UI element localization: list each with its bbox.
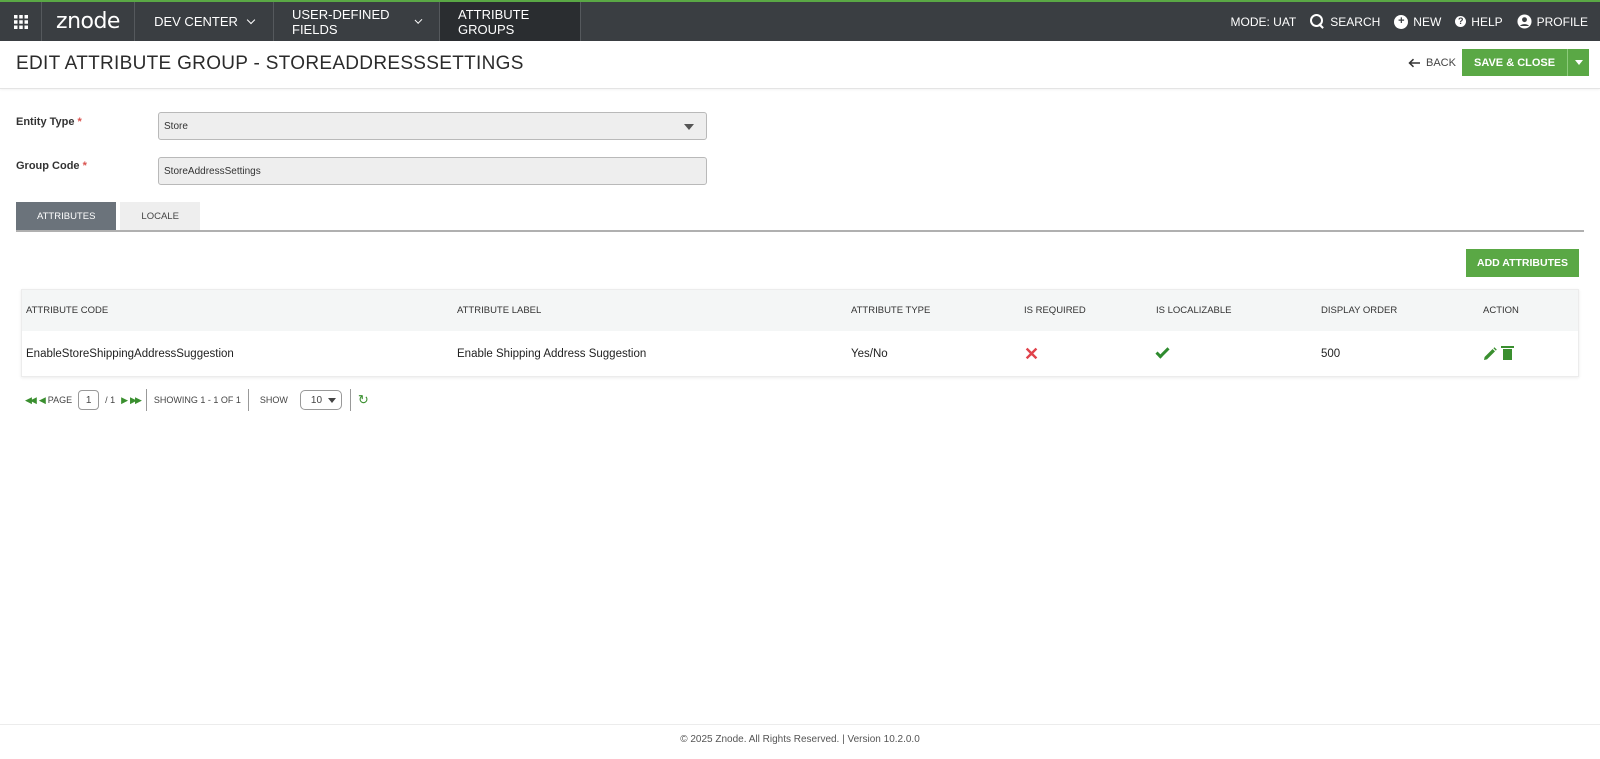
last-page-icon[interactable]: ▶▶: [130, 395, 142, 406]
menu-dev-center-label: DEV CENTER: [154, 14, 238, 29]
column-header-action: ACTION: [1483, 305, 1519, 316]
tab-locale[interactable]: LOCALE: [120, 202, 200, 230]
page-size-value: 10: [310, 394, 323, 406]
page-number-input[interactable]: 1: [78, 390, 100, 410]
help-label: HELP: [1471, 14, 1503, 29]
group-code-label: Group Code *: [16, 160, 87, 172]
cell-attribute-type: Yes/No: [851, 347, 888, 360]
cell-actions: [1483, 331, 1514, 376]
attributes-table: ATTRIBUTE CODE ATTRIBUTE LABEL ATTRIBUTE…: [21, 289, 1579, 377]
menu-udf-label: USER-DEFINED FIELDS: [292, 6, 390, 37]
cross-icon: ✕: [1024, 343, 1040, 364]
required-marker: *: [82, 160, 87, 172]
znode-logo[interactable]: znode: [42, 2, 135, 41]
caret-down-icon: [684, 124, 694, 130]
pager-divider: [349, 389, 351, 411]
arrow-left-icon: [1408, 58, 1420, 68]
plus-icon: +: [1394, 14, 1409, 29]
group-code-label-text: Group Code: [16, 160, 80, 172]
mode-indicator: MODE: UAT: [1230, 14, 1297, 29]
group-code-field[interactable]: StoreAddressSettings: [158, 157, 707, 185]
new-button[interactable]: + NEW: [1394, 14, 1442, 29]
chevron-down-icon: [246, 15, 256, 24]
show-label: SHOW: [259, 395, 288, 405]
menu-attribute-groups[interactable]: ATTRIBUTE GROUPS: [440, 2, 581, 41]
column-header-attribute-type[interactable]: ATTRIBUTE TYPE: [851, 290, 930, 331]
footer: © 2025 Znode. All Rights Reserved. | Ver…: [0, 724, 1600, 759]
showing-count: SHOWING 1 - 1 OF 1: [153, 395, 241, 405]
group-code-value: StoreAddressSettings: [164, 165, 261, 177]
menu-user-defined-fields[interactable]: USER-DEFINED FIELDS: [274, 2, 440, 41]
entity-type-label: Entity Type *: [16, 116, 82, 128]
new-label: NEW: [1413, 14, 1442, 29]
required-marker: *: [77, 116, 82, 128]
delete-trash-icon[interactable]: [1501, 346, 1514, 360]
entity-type-select[interactable]: Store: [158, 112, 707, 140]
search-icon: [1310, 14, 1325, 29]
first-page-icon[interactable]: ◀◀: [25, 395, 37, 406]
column-header-attribute-code[interactable]: ATTRIBUTE CODE: [26, 290, 108, 331]
tab-attributes[interactable]: ATTRIBUTES: [16, 202, 117, 230]
search-label: SEARCH: [1330, 14, 1381, 29]
cell-attribute-code: EnableStoreShippingAddressSuggestion: [26, 347, 234, 360]
cell-is-required: ✕: [1024, 331, 1039, 376]
total-pages: / 1: [105, 395, 116, 405]
tab-bar: ATTRIBUTES LOCALE: [16, 202, 200, 230]
profile-button[interactable]: PROFILE: [1517, 14, 1588, 29]
pager-divider: [145, 389, 147, 411]
back-label: BACK: [1426, 57, 1456, 69]
top-navbar: znode DEV CENTER USER-DEFINED FIELDS ATT…: [0, 0, 1600, 41]
refresh-icon[interactable]: ↻: [358, 392, 369, 408]
entity-type-label-text: Entity Type: [16, 116, 75, 128]
page-size-select[interactable]: 10: [299, 390, 342, 410]
tab-divider: [16, 230, 1584, 232]
page-header: EDIT ATTRIBUTE GROUP - STOREADDRESSSETTI…: [0, 41, 1600, 89]
cell-display-order: 500: [1321, 347, 1341, 360]
save-close-button[interactable]: SAVE & CLOSE: [1462, 49, 1568, 76]
cell-is-localizable: [1155, 331, 1170, 376]
save-button-group: SAVE & CLOSE: [1462, 49, 1590, 76]
column-header-is-required[interactable]: IS REQUIRED: [1024, 290, 1086, 331]
column-header-display-order[interactable]: DISPLAY ORDER: [1321, 290, 1397, 331]
logo-text: znode: [56, 9, 120, 34]
user-icon: [1517, 14, 1532, 29]
next-page-icon[interactable]: ▶: [121, 395, 128, 406]
check-icon: [1155, 344, 1170, 359]
menu-attribute-groups-label: ATTRIBUTE GROUPS: [458, 6, 530, 37]
caret-down-icon: [1574, 60, 1583, 65]
table-row: EnableStoreShippingAddressSuggestion Ena…: [22, 331, 1578, 376]
entity-type-value: Store: [164, 120, 188, 132]
pagination-bar: ◀◀ ◀ PAGE 1 / 1 ▶ ▶▶ SHOWING 1 - 1 OF 1 …: [25, 389, 369, 411]
edit-pencil-icon[interactable]: [1483, 346, 1497, 361]
prev-page-icon[interactable]: ◀: [39, 395, 46, 406]
back-button[interactable]: BACK: [1408, 57, 1456, 69]
help-button[interactable]: ? HELP: [1455, 14, 1503, 29]
search-button[interactable]: SEARCH: [1310, 14, 1380, 29]
column-header-attribute-label[interactable]: ATTRIBUTE LABEL: [457, 290, 541, 331]
menu-dev-center[interactable]: DEV CENTER: [135, 2, 274, 41]
pager-divider: [247, 389, 249, 411]
page-title: EDIT ATTRIBUTE GROUP - STOREADDRESSSETTI…: [16, 53, 524, 74]
apps-grid-icon[interactable]: [0, 2, 42, 41]
page-label: PAGE: [47, 395, 73, 405]
column-header-is-localizable[interactable]: IS LOCALIZABLE: [1156, 290, 1232, 331]
save-options-dropdown[interactable]: [1567, 49, 1590, 76]
grid-icon: [13, 14, 28, 29]
help-icon: ?: [1455, 16, 1467, 27]
table-header: ATTRIBUTE CODE ATTRIBUTE LABEL ATTRIBUTE…: [22, 290, 1578, 331]
caret-down-icon: [327, 398, 336, 403]
chevron-down-icon: [414, 15, 423, 24]
add-attributes-button[interactable]: ADD ATTRIBUTES: [1466, 249, 1579, 277]
cell-attribute-label: Enable Shipping Address Suggestion: [457, 347, 647, 360]
profile-label: PROFILE: [1536, 14, 1588, 29]
